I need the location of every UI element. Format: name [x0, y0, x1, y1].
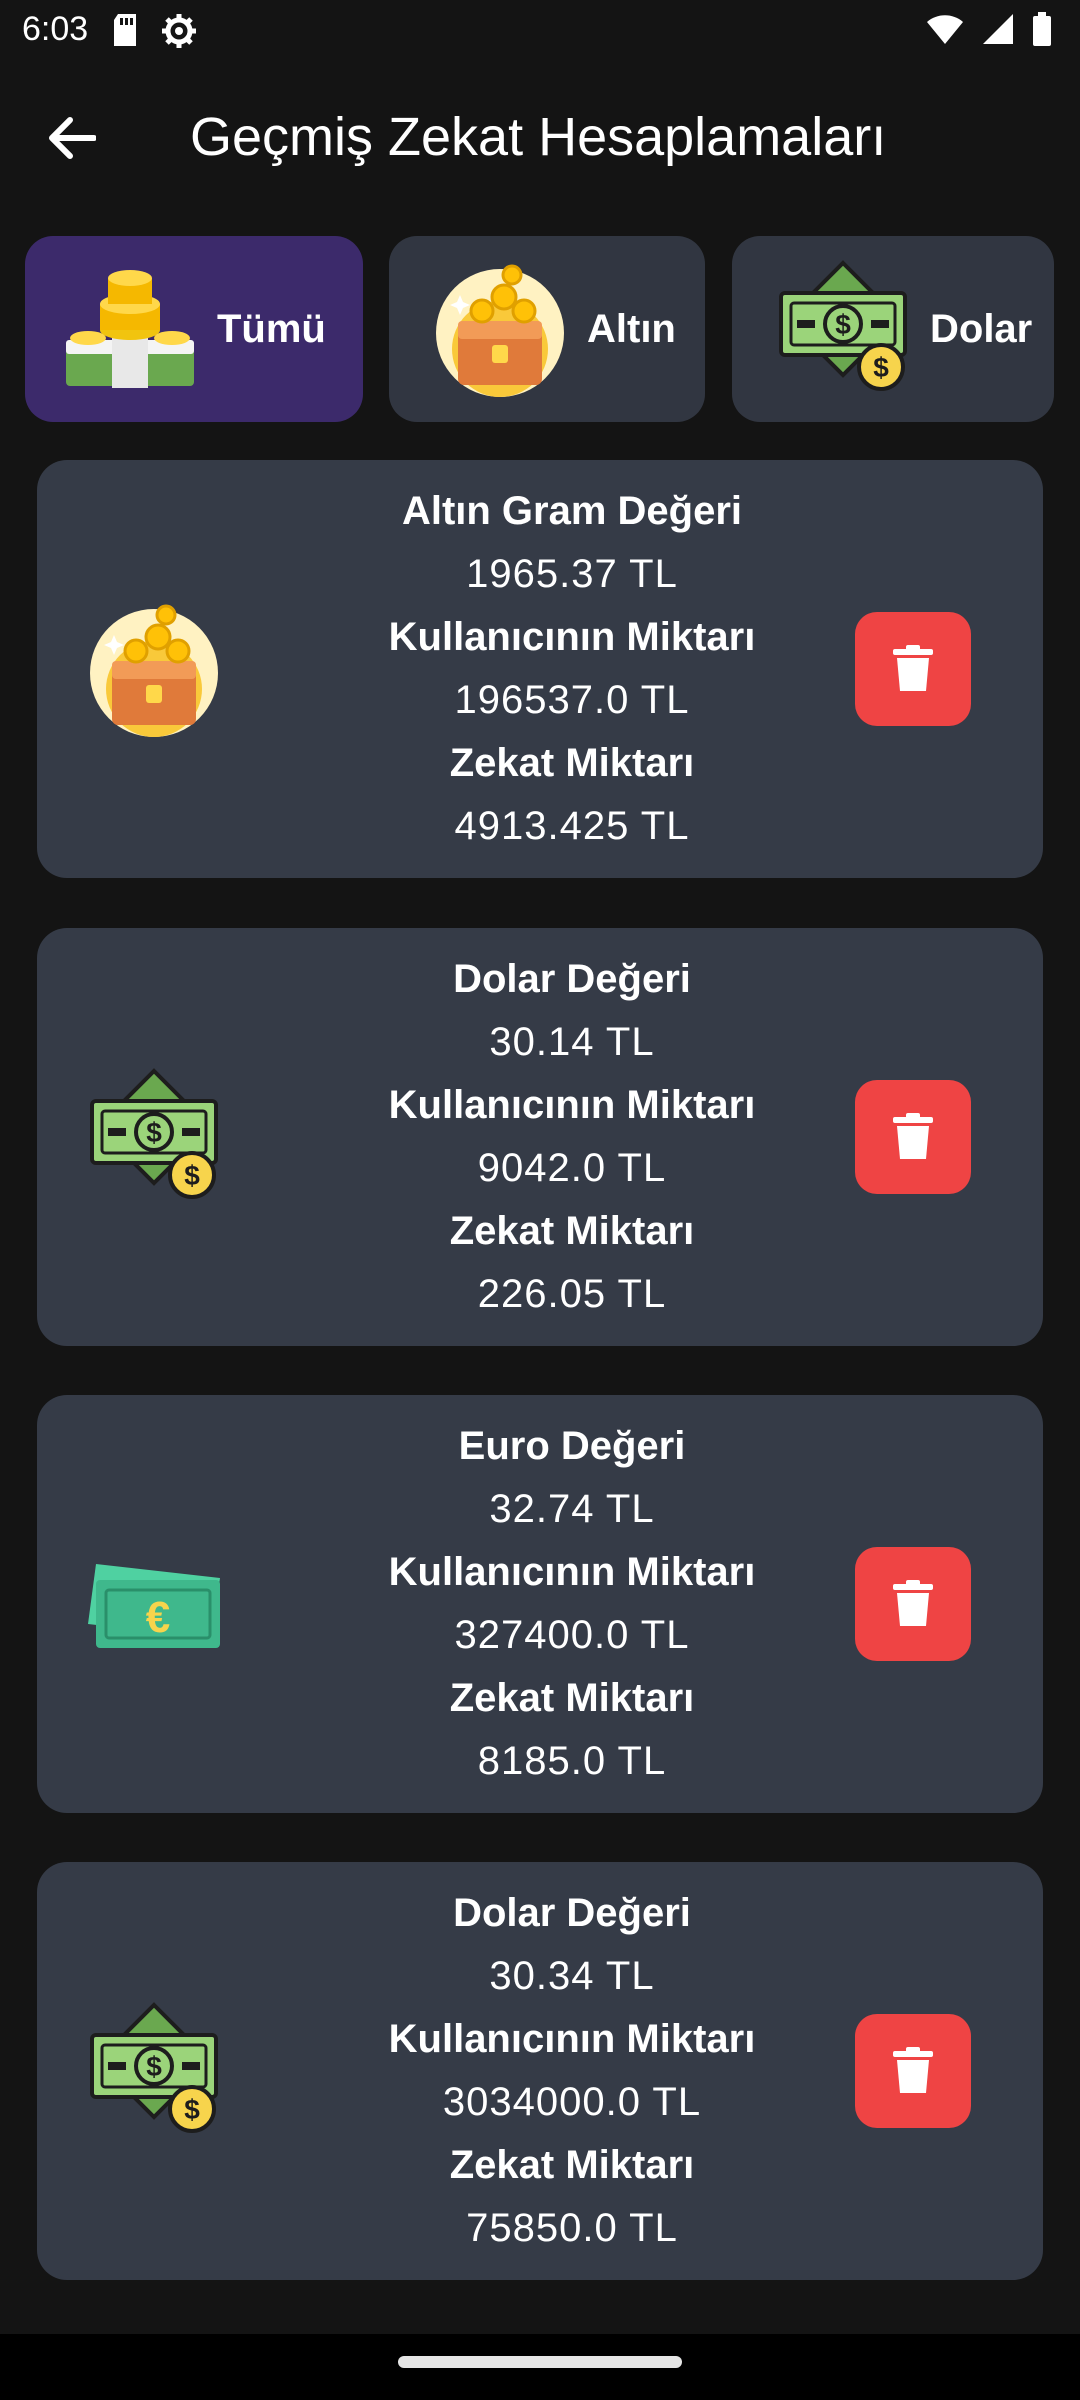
sd-card-icon [110, 12, 140, 55]
arrow-left-icon [49, 117, 96, 159]
svg-text:€: € [146, 1593, 170, 1642]
amount-label: Kullanıcının Miktarı [388, 615, 756, 659]
battery-icon [1032, 12, 1052, 51]
value-label: Dolar Değeri [453, 1891, 691, 1935]
wifi-icon [926, 13, 964, 50]
back-button[interactable] [36, 102, 108, 174]
gold-chest-icon [425, 254, 575, 404]
amount: 9042.0 TL [477, 1146, 667, 1190]
delete-button[interactable] [855, 1080, 971, 1194]
dollar-bill-icon: $ $ [768, 254, 918, 404]
dollar-bill-icon: $ $ [79, 1062, 229, 1212]
filter-chip-gold[interactable]: Altın [389, 236, 705, 422]
trash-icon [893, 1580, 933, 1626]
amount-label: Kullanıcının Miktarı [388, 1550, 756, 1594]
zakat-label: Zekat Miktarı [449, 1676, 695, 1720]
record-details: Euro Değeri 32.74 TL Kullanıcının Miktar… [257, 1415, 887, 1793]
gold-chest-icon [79, 594, 229, 744]
zakat-record-card: $ $ Dolar Değeri 30.14 TL Kullanıcının M… [37, 928, 1043, 1346]
filter-chip-label: Tümü [217, 306, 326, 351]
euro-bill-icon: € [79, 1529, 229, 1679]
home-gesture-handle[interactable] [398, 2356, 682, 2368]
zakat-record-card: $ $ Dolar Değeri 30.34 TL Kullanıcının M… [37, 1862, 1043, 2280]
svg-text:$: $ [835, 309, 851, 340]
value: 30.14 TL [489, 1020, 655, 1064]
app-bar: Geçmiş Zekat Hesaplamaları [0, 64, 1080, 212]
delete-button[interactable] [855, 2014, 971, 2128]
zakat-amount: 8185.0 TL [477, 1739, 667, 1783]
filter-chip-dollar[interactable]: $ $ Dolar [732, 236, 1054, 422]
system-navigation-bar [0, 2334, 1080, 2400]
svg-text:$: $ [146, 1117, 162, 1148]
dollar-bill-icon: $ $ [79, 1996, 229, 2146]
amount-label: Kullanıcının Miktarı [388, 2017, 756, 2061]
filter-chip-label: Altın [587, 306, 676, 351]
signal-icon [982, 13, 1014, 50]
trash-icon [893, 1113, 933, 1159]
value: 1965.37 TL [466, 552, 678, 596]
settings-icon [160, 12, 198, 55]
status-time: 6:03 [22, 10, 89, 48]
value: 30.34 TL [489, 1954, 655, 1998]
delete-button[interactable] [855, 612, 971, 726]
zakat-amount: 226.05 TL [477, 1272, 667, 1316]
amount: 327400.0 TL [454, 1613, 690, 1657]
record-details: Altın Gram Değeri 1965.37 TL Kullanıcını… [257, 480, 887, 858]
amount: 196537.0 TL [454, 678, 690, 722]
record-details: Dolar Değeri 30.14 TL Kullanıcının Mikta… [257, 948, 887, 1326]
filter-chips: Tümü Altın $ $ Dolar [0, 236, 1080, 422]
value: 32.74 TL [489, 1487, 655, 1531]
value-label: Dolar Değeri [453, 957, 691, 1001]
trash-icon [893, 2047, 933, 2093]
svg-text:$: $ [184, 1160, 200, 1191]
svg-text:$: $ [184, 2094, 200, 2125]
trash-icon [893, 645, 933, 691]
svg-text:$: $ [873, 352, 889, 383]
svg-text:$: $ [146, 2051, 162, 2082]
zakat-record-card: € Euro Değeri 32.74 TL Kullanıcının Mikt… [37, 1395, 1043, 1813]
zakat-amount: 75850.0 TL [466, 2206, 678, 2250]
zakat-record-card: Altın Gram Değeri 1965.37 TL Kullanıcını… [37, 460, 1043, 878]
amount: 3034000.0 TL [442, 2080, 702, 2124]
zakat-amount: 4913.425 TL [454, 804, 690, 848]
value-label: Altın Gram Değeri [401, 489, 743, 533]
status-bar: 6:03 [0, 0, 1080, 64]
money-stack-icon [55, 254, 205, 404]
value-label: Euro Değeri [458, 1424, 686, 1468]
amount-label: Kullanıcının Miktarı [388, 1083, 756, 1127]
zakat-label: Zekat Miktarı [449, 1209, 695, 1253]
zakat-label: Zekat Miktarı [449, 2143, 695, 2187]
zakat-label: Zekat Miktarı [449, 741, 695, 785]
page-title: Geçmiş Zekat Hesaplamaları [190, 107, 887, 167]
record-details: Dolar Değeri 30.34 TL Kullanıcının Mikta… [257, 1882, 887, 2260]
delete-button[interactable] [855, 1547, 971, 1661]
filter-chip-all[interactable]: Tümü [25, 236, 363, 422]
filter-chip-label: Dolar [930, 306, 1033, 351]
